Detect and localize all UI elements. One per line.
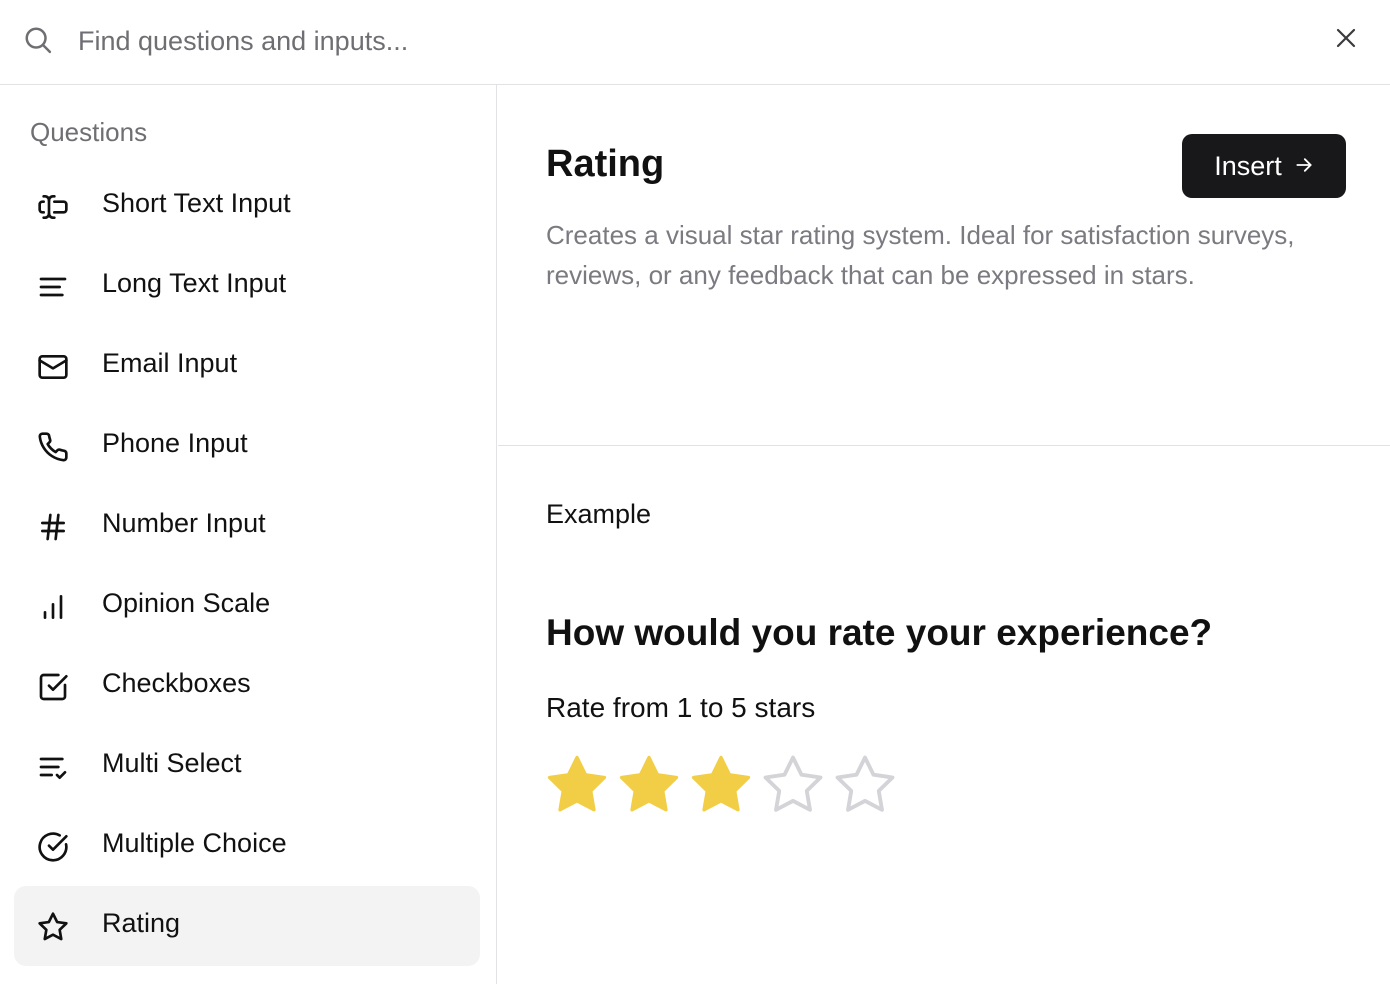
sidebar-item-label: Multiple Choice xyxy=(102,828,287,858)
search-input[interactable] xyxy=(78,20,1278,62)
sidebar-item-checkboxes[interactable]: Checkboxes xyxy=(14,646,480,726)
sidebar-item-long-text-input[interactable]: Long Text Input xyxy=(14,246,480,326)
sidebar-item-label: Number Input xyxy=(102,508,266,538)
star-filled-icon[interactable] xyxy=(688,752,754,818)
question-type-sidebar: Questions Short Text Input Long Text Inp… xyxy=(0,85,497,984)
sidebar-item-label: Rating xyxy=(102,908,181,938)
sidebar-item-number-input[interactable]: Number Input xyxy=(14,486,480,566)
align-left-icon xyxy=(36,270,70,304)
sidebar-item-label: Checkboxes xyxy=(102,668,251,698)
detail-panel: Rating Insert Creates a visual star rati… xyxy=(498,85,1390,984)
search-bar xyxy=(0,0,1390,85)
phone-icon xyxy=(36,430,70,464)
list-checks-icon xyxy=(36,750,70,784)
star-filled-icon[interactable] xyxy=(544,752,610,818)
sidebar-item-label: Short Text Input xyxy=(102,188,291,218)
star-filled-icon[interactable] xyxy=(616,752,682,818)
close-icon xyxy=(1334,26,1358,55)
sidebar-heading: Questions xyxy=(30,117,148,147)
star-icon xyxy=(36,910,70,944)
example-label: Example xyxy=(546,499,652,529)
hash-icon xyxy=(36,510,70,544)
sidebar-item-short-text-input[interactable]: Short Text Input xyxy=(14,166,480,246)
bar-chart-icon xyxy=(36,590,70,624)
sidebar-item-label: Email Input xyxy=(102,348,238,378)
sidebar-item-label: Multi Select xyxy=(102,748,242,778)
sidebar-item-opinion-scale[interactable]: Opinion Scale xyxy=(14,566,480,646)
circle-check-icon xyxy=(36,830,70,864)
example-hint: Rate from 1 to 5 stars xyxy=(546,692,816,723)
star-rating xyxy=(544,752,898,818)
sidebar-item-phone-input[interactable]: Phone Input xyxy=(14,406,480,486)
sidebar-item-email-input[interactable]: Email Input xyxy=(14,326,480,406)
checkbox-icon xyxy=(36,670,70,704)
detail-title: Rating xyxy=(546,143,665,185)
text-cursor-input-icon xyxy=(36,190,70,224)
question-type-list: Short Text Input Long Text Input Email I… xyxy=(14,166,480,966)
arrow-right-icon xyxy=(1294,151,1314,182)
star-empty-icon[interactable] xyxy=(760,752,826,818)
mail-icon xyxy=(36,350,70,384)
detail-description: Creates a visual star rating system. Ide… xyxy=(546,220,1295,290)
sidebar-item-multi-select[interactable]: Multi Select xyxy=(14,726,480,806)
detail-header: Rating Insert Creates a visual star rati… xyxy=(498,85,1390,446)
sidebar-item-rating[interactable]: Rating xyxy=(14,886,480,966)
insert-button-label: Insert xyxy=(1214,150,1282,181)
sidebar-item-multiple-choice[interactable]: Multiple Choice xyxy=(14,806,480,886)
search-icon xyxy=(23,25,53,55)
insert-button[interactable]: Insert xyxy=(1182,134,1346,198)
sidebar-item-label: Opinion Scale xyxy=(102,588,271,618)
star-empty-icon[interactable] xyxy=(832,752,898,818)
close-button[interactable] xyxy=(1328,22,1364,58)
sidebar-item-label: Long Text Input xyxy=(102,268,287,298)
example-question: How would you rate your experience? xyxy=(546,612,1213,653)
sidebar-item-label: Phone Input xyxy=(102,428,248,458)
